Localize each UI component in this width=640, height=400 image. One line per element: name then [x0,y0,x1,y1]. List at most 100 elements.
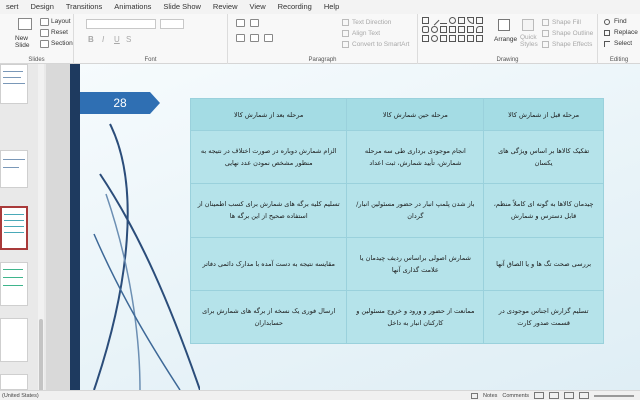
reset-button[interactable]: Reset [51,29,68,36]
table-header-row: مرحله قبل از شمارش کالا مرحله حین شمارش … [189,97,604,132]
table-cell[interactable]: چیدمان کالاها به گونه ای کاملاً منظم، قا… [483,183,604,238]
font-size-dropdown[interactable] [160,19,184,29]
inventory-stages-table[interactable]: مرحله قبل از شمارش کالا مرحله حین شمارش … [189,97,604,345]
convert-smartart-button[interactable]: Convert to SmartArt [352,41,409,48]
menu-insert[interactable]: sert [0,0,25,14]
reading-view-icon[interactable] [564,392,574,399]
slide-thumbnail[interactable] [0,318,28,362]
menu-transitions[interactable]: Transitions [60,0,108,14]
table-cell[interactable]: ممانعت از حضور و ورود و خروج مسئولین و ک… [346,289,485,345]
text-direction-icon [342,19,349,26]
table-cell[interactable]: انجام موجودی برداری طی سه مرحله شمارش، ت… [346,130,485,185]
arrange-button[interactable]: Arrange [494,36,517,43]
underline-button[interactable]: U [114,35,120,44]
slide-thumbnail[interactable] [0,374,28,390]
slide-sorter-icon[interactable] [549,392,559,399]
numbering-icon[interactable] [250,19,259,27]
thumbnail-text-line [4,214,24,215]
table-cell[interactable]: بررسی صحت تگ ها و یا الصاق آنها [483,236,604,291]
language-indicator[interactable]: (United States) [0,393,39,399]
slide-number: 28 [113,96,127,110]
header-after-counting[interactable]: مرحله بعد از شمارش کالا [189,97,348,132]
thumbnails-scrollbar[interactable] [38,64,44,399]
table-cell[interactable]: ارسال فوری یک نسخه از برگه های شمارش برا… [189,289,348,345]
layout-button[interactable]: Layout [51,18,71,25]
thumbnail-text-line [3,285,23,286]
brace-shape-icon[interactable] [440,26,447,33]
accessibility-icon[interactable] [471,392,479,399]
align-left-icon[interactable] [236,34,245,42]
table-cell[interactable]: الزام شمارش دوباره در صورت اختلاف در نتی… [189,130,348,185]
font-name-dropdown[interactable] [86,19,156,29]
star-shape-icon[interactable] [449,26,456,33]
header-before-counting[interactable]: مرحله قبل از شمارش کالا [483,97,604,132]
star-shape-icon[interactable] [458,35,465,42]
oval-shape-icon[interactable] [431,26,438,33]
zoom-slider[interactable] [594,394,634,397]
menu-slide-show[interactable]: Slide Show [157,0,207,14]
slide-canvas[interactable]: 28 مرحله قبل از شمارش کالا مرحله حین شما… [70,64,640,390]
shape-effects-button[interactable]: Shape Effects [552,41,592,48]
curve-shape-icon[interactable] [476,26,483,33]
table-cell[interactable]: تسلیم گزارش اجناس موجودی در قسمت صدور کا… [483,289,604,345]
rectangle-shape-icon[interactable] [467,26,474,33]
table-cell[interactable]: مقایسه نتیجه به دست آمده با مدارک دائمی … [189,236,348,291]
status-bar-controls: Notes Comments [471,392,634,399]
oval-shape-icon[interactable] [431,35,438,42]
align-right-icon[interactable] [264,34,273,42]
oval-shape-icon[interactable] [449,17,456,24]
table-cell[interactable]: شمارش اصولی براساس ردیف چیدمان یا علامت … [346,236,485,291]
slide-thumbnail[interactable] [0,262,28,306]
shapes-gallery[interactable] [422,15,483,51]
shape-fill-button[interactable]: Shape Fill [552,19,581,26]
bullets-icon[interactable] [236,19,245,27]
rectangle-shape-icon[interactable] [458,17,465,24]
brace-shape-icon[interactable] [440,35,447,42]
find-icon [604,19,610,25]
strikethrough-button[interactable]: S [126,35,131,44]
menu-view[interactable]: View [244,0,272,14]
bold-button[interactable]: B [88,35,94,44]
table-cell[interactable]: تسلیم کلیه برگه های شمارش برای کسب اطمین… [189,183,348,238]
slide-thumbnail[interactable] [0,64,28,104]
slide-thumbnail[interactable] [0,150,28,188]
menu-help[interactable]: Help [318,0,345,14]
find-button[interactable]: Find [614,18,627,25]
italic-button[interactable]: I [102,35,104,44]
ribbon: New Slide Layout Reset Section Slides B … [0,14,640,64]
text-direction-button[interactable]: Text Direction [352,19,391,26]
rounded-rect-shape-icon[interactable] [422,26,429,33]
shape-outline-button[interactable]: Shape Outline [552,30,593,37]
menu-design[interactable]: Design [25,0,60,14]
scrollbar-thumb[interactable] [39,319,43,399]
arrow-shape-icon[interactable] [449,35,456,42]
line-shape-icon[interactable] [440,17,447,24]
triangle-shape-icon[interactable] [467,17,474,24]
rectangle-shape-icon[interactable] [422,17,429,24]
table-cell[interactable]: تفکیک کالاها بر اساس ویژگی های یکسان [483,130,604,185]
comments-button[interactable]: Comments [502,393,529,399]
rectangle-shape-icon[interactable] [467,35,474,42]
align-center-icon[interactable] [250,34,259,42]
select-button[interactable]: Select [614,40,632,47]
normal-view-icon[interactable] [534,392,544,399]
arrow-shape-icon[interactable] [476,17,483,24]
notes-button[interactable]: Notes [483,393,497,399]
table-cell[interactable]: باز شدن پلمپ انبار در حضور مسئولین انبار… [346,183,485,238]
replace-button[interactable]: Replace [614,29,638,36]
menu-animations[interactable]: Animations [108,0,157,14]
more-shapes-icon[interactable] [476,35,483,42]
new-slide-icon[interactable] [18,18,32,30]
align-text-button[interactable]: Align Text [352,30,380,37]
arrow-shape-icon[interactable] [458,26,465,33]
section-button[interactable]: Section [51,40,73,47]
menu-recording[interactable]: Recording [272,0,318,14]
slide-thumbnail-active[interactable] [0,206,28,250]
quick-styles-button[interactable]: Quick Styles [520,34,538,48]
header-during-counting[interactable]: مرحله حین شمارش کالا [346,97,485,132]
slideshow-view-icon[interactable] [579,392,589,399]
new-slide-button[interactable]: New Slide [15,35,29,49]
rectangle-shape-icon[interactable] [422,35,429,42]
menu-review[interactable]: Review [207,0,244,14]
line-shape-icon[interactable] [429,15,440,26]
